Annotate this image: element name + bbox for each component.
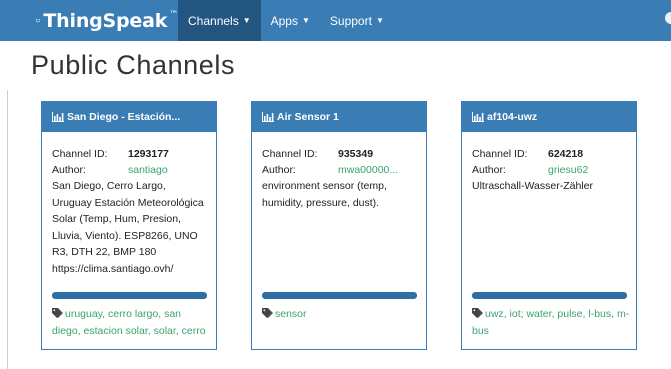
channel-description: Ultraschall-Wasser-Zähler xyxy=(472,180,593,192)
tag-link[interactable]: estacion solar xyxy=(84,325,148,337)
nav-channels[interactable]: Channels ▼ xyxy=(178,0,261,41)
bar-chart-icon xyxy=(472,112,484,122)
channel-id-row: Channel ID: 935349 xyxy=(262,146,416,162)
channel-title: af104-uwz xyxy=(487,111,538,123)
tag-icon xyxy=(52,308,63,318)
tag-link[interactable]: pulse xyxy=(557,308,582,320)
channel-card: San Diego - Estación... Channel ID: 1293… xyxy=(41,101,217,350)
channel-card-title[interactable]: San Diego - Estación... xyxy=(42,102,216,132)
tag-list: uwz, iot; water, pulse, l-bus, m-bus xyxy=(472,308,630,337)
chevron-down-icon: ▼ xyxy=(242,16,251,25)
author-row: Author: mwa00000... xyxy=(262,162,416,178)
brand-logo[interactable]: ThingSpeak ™ xyxy=(0,0,178,41)
channel-id-value: 624218 xyxy=(548,148,584,160)
author-label: Author: xyxy=(52,164,86,176)
nav-channels-label: Channels xyxy=(188,13,239,28)
channel-title: Air Sensor 1 xyxy=(277,111,339,123)
chevron-down-icon: ▼ xyxy=(301,16,310,25)
channel-id-value: 935349 xyxy=(338,148,374,160)
tag-link[interactable]: l-bus xyxy=(588,308,611,320)
author-link[interactable]: griesu62 xyxy=(540,162,626,178)
channel-card: af104-uwz Channel ID: 624218 Author: gri… xyxy=(461,101,637,350)
tag-list: uruguay, cerro largo, san diego, estacio… xyxy=(52,308,206,337)
chevron-down-icon: ▼ xyxy=(375,16,384,25)
brand-trademark: ™ xyxy=(169,9,178,20)
tag-link[interactable]: iot; water xyxy=(510,308,552,320)
tag-link[interactable]: uruguay xyxy=(65,308,102,320)
channel-card: Air Sensor 1 Channel ID: 935349 Author: … xyxy=(251,101,427,350)
bar-chart-icon xyxy=(52,112,64,122)
channel-card-title[interactable]: af104-uwz xyxy=(462,102,636,132)
tag-link[interactable]: cerro largo xyxy=(108,308,158,320)
author-link[interactable]: mwa00000... xyxy=(330,162,416,178)
tag-list: sensor xyxy=(262,306,422,323)
channel-id-row: Channel ID: 624218 xyxy=(472,146,626,162)
nav-support[interactable]: Support ▼ xyxy=(320,0,394,41)
author-row: Author: santiago xyxy=(52,162,206,178)
tag-link[interactable]: solar xyxy=(154,325,176,337)
progress-bar xyxy=(52,292,207,299)
progress-fill xyxy=(472,292,627,299)
channel-id-row: Channel ID: 1293177 xyxy=(52,146,206,162)
author-row: Author: griesu62 xyxy=(472,162,626,178)
author-label: Author: xyxy=(262,164,296,176)
tag-link[interactable]: cerro xyxy=(182,325,206,337)
left-divider xyxy=(7,90,8,369)
tag-icon xyxy=(262,308,273,318)
progress-fill xyxy=(262,292,417,299)
nav-edge-icon[interactable] xyxy=(665,12,671,24)
nav-apps-label: Apps xyxy=(270,13,298,28)
channel-card-title[interactable]: Air Sensor 1 xyxy=(252,102,426,132)
top-navbar: ThingSpeak ™ Channels ▼ Apps ▼ Support ▼ xyxy=(0,0,671,41)
channel-id-value: 1293177 xyxy=(128,148,169,160)
channel-description: San Diego, Cerro Largo, Uruguay Estación… xyxy=(52,180,204,275)
channel-id-label: Channel ID: xyxy=(472,148,528,160)
chat-bubble-icon xyxy=(36,18,41,23)
progress-fill xyxy=(52,292,207,299)
author-link[interactable]: santiago xyxy=(120,162,206,178)
channel-id-label: Channel ID: xyxy=(262,148,318,160)
tag-icon xyxy=(472,308,483,318)
nav-apps[interactable]: Apps ▼ xyxy=(261,0,320,41)
progress-bar xyxy=(472,292,627,299)
bar-chart-icon xyxy=(262,112,274,122)
tag-link[interactable]: sensor xyxy=(275,308,307,320)
channel-description: environment sensor (temp, humidity, pres… xyxy=(262,180,387,209)
channel-title: San Diego - Estación... xyxy=(67,111,181,123)
tag-link[interactable]: uwz xyxy=(485,308,504,320)
nav-support-label: Support xyxy=(329,13,372,28)
channel-id-label: Channel ID: xyxy=(52,148,108,160)
page-title: Public Channels xyxy=(31,50,236,80)
progress-bar xyxy=(262,292,417,299)
author-label: Author: xyxy=(472,164,506,176)
brand-name: ThingSpeak xyxy=(43,9,168,32)
